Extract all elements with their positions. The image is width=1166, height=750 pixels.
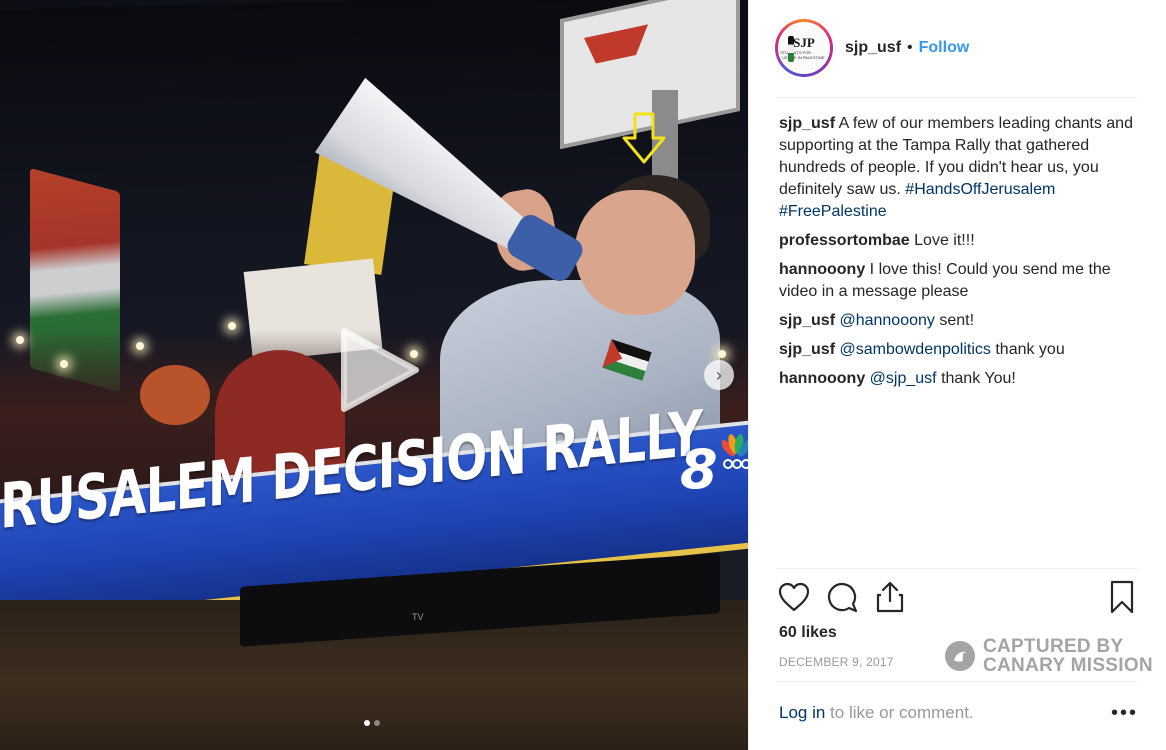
post-media[interactable]: RUSALEM DECISION RALLY 8 TV › [0, 0, 748, 750]
heart-icon[interactable] [777, 580, 811, 614]
comment-text: Love it!!! [914, 232, 975, 249]
next-icon[interactable]: › [704, 360, 734, 390]
comments-list: sjp_usf A few of our members leading cha… [779, 113, 1141, 397]
comment-username[interactable]: hannooony [779, 370, 865, 387]
post-header: SJP STUDENTS FOR JUSTICE IN PALESTINE sj… [775, 18, 1138, 78]
comment-username[interactable]: sjp_usf [779, 312, 835, 329]
follow-button[interactable]: Follow [919, 39, 970, 57]
carousel-dot [374, 720, 380, 726]
avatar[interactable]: SJP STUDENTS FOR JUSTICE IN PALESTINE [775, 19, 833, 77]
avatar-image: SJP STUDENTS FOR JUSTICE IN PALESTINE [778, 22, 830, 74]
login-prompt-text: to like or comment. [825, 703, 974, 722]
login-prompt: Log in to like or comment. [779, 703, 974, 723]
watermark: CAPTURED BY CANARY MISSION [945, 637, 1153, 675]
flag-stripe-icon [788, 36, 794, 62]
post-details-panel: SJP STUDENTS FOR JUSTICE IN PALESTINE sj… [748, 0, 1166, 750]
arrow-marker-icon [622, 112, 666, 164]
comment: professortombae Love it!!! [779, 230, 1141, 252]
comment: sjp_usf @sambowdenpolitics thank you [779, 339, 1141, 361]
comment: hannooony I love this! Could you send me… [779, 259, 1141, 303]
comment-username[interactable]: professortombae [779, 232, 910, 249]
comment-text: sent! [939, 312, 975, 329]
comment-mention[interactable]: @hannooony [839, 312, 934, 329]
login-link[interactable]: Log in [779, 703, 825, 722]
comment-username[interactable]: hannooony [779, 261, 865, 278]
footer-divider [777, 681, 1138, 682]
action-bar [777, 580, 1138, 614]
comment-username[interactable]: sjp_usf [779, 341, 835, 358]
tv-brand-label: TV [412, 612, 424, 622]
avatar-logo-text: SJP [793, 35, 815, 50]
comment-text: thank You! [941, 370, 1016, 387]
peacock-icon [722, 434, 748, 469]
watermark-line-2: CANARY MISSION [983, 655, 1153, 676]
comment-mention[interactable]: @sjp_usf [870, 370, 937, 387]
hashtag-link[interactable]: #HandsOffJerusalem [905, 181, 1055, 198]
post-date: DECEMBER 9, 2017 [779, 655, 894, 669]
watermark-line-1: CAPTURED BY [983, 636, 1124, 657]
watermark-text: CAPTURED BY CANARY MISSION [983, 637, 1153, 675]
play-icon[interactable] [334, 325, 424, 415]
header-separator: • [907, 39, 913, 56]
header-username[interactable]: sjp_usf [845, 39, 901, 57]
carousel-dots [364, 720, 380, 726]
comment: sjp_usf @hannooony sent! [779, 310, 1141, 332]
hashtag-link[interactable]: #FreePalestine [779, 203, 887, 220]
comment-icon[interactable] [825, 580, 859, 614]
actions-divider [777, 568, 1138, 569]
comment-mention[interactable]: @sambowdenpolitics [839, 341, 990, 358]
likes-count[interactable]: 60 likes [779, 624, 837, 642]
canary-bird-icon [945, 641, 975, 671]
more-options-button[interactable]: ••• [1111, 702, 1138, 725]
caption: sjp_usf A few of our members leading cha… [779, 113, 1141, 223]
comment: hannooony @sjp_usf thank You! [779, 368, 1141, 390]
comment-text: thank you [995, 341, 1065, 358]
station-logo: 8 [680, 438, 718, 501]
carousel-dot-active [364, 720, 370, 726]
header-divider [777, 97, 1138, 98]
share-icon[interactable] [873, 580, 907, 614]
bookmark-icon[interactable] [1105, 580, 1139, 614]
caption-username[interactable]: sjp_usf [779, 115, 835, 132]
